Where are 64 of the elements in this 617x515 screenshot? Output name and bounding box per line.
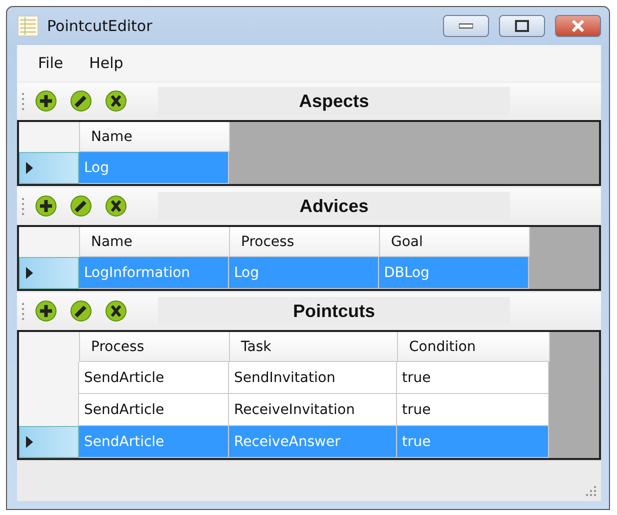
- table-cell: true: [397, 426, 549, 458]
- current-row-icon: [26, 162, 33, 174]
- column-header[interactable]: Condition: [398, 332, 550, 362]
- table-cell: LogInformation: [79, 257, 229, 289]
- table-cell: ReceiveInvitation: [229, 394, 397, 426]
- table-cell: true: [397, 362, 549, 394]
- column-header[interactable]: Process: [80, 332, 230, 362]
- plus-icon: [35, 300, 57, 322]
- current-row-icon: [26, 267, 33, 279]
- table-cell: SendArticle: [79, 426, 229, 458]
- grid-corner: [19, 122, 80, 152]
- current-row-icon: [26, 436, 33, 448]
- grip-icon: [21, 196, 25, 216]
- menu-item[interactable]: Help: [76, 54, 136, 72]
- table-cell: true: [397, 394, 549, 426]
- pencil-icon: [70, 90, 92, 112]
- table-cell: ReceiveAnswer: [229, 426, 397, 458]
- delete-button[interactable]: [105, 300, 127, 322]
- section-title: Advices: [158, 192, 510, 220]
- plus-icon: [35, 90, 57, 112]
- pencil-icon: [70, 300, 92, 322]
- x-icon: [105, 300, 127, 322]
- column-header[interactable]: Name: [80, 227, 230, 257]
- x-icon: [105, 195, 127, 217]
- delete-button[interactable]: [105, 195, 127, 217]
- table-cell: SendArticle: [79, 362, 229, 394]
- maximize-button[interactable]: [499, 15, 545, 37]
- edit-button[interactable]: [70, 300, 92, 322]
- pencil-icon: [70, 195, 92, 217]
- row-header[interactable]: [19, 257, 79, 289]
- grid-corner: [19, 332, 80, 362]
- column-header[interactable]: Task: [230, 332, 398, 362]
- maximize-icon: [515, 20, 529, 32]
- close-icon: [571, 20, 585, 32]
- x-icon: [105, 90, 127, 112]
- table-cell: Log: [229, 257, 379, 289]
- menu-item[interactable]: File: [25, 54, 76, 72]
- grid-corner: [19, 227, 80, 257]
- close-button[interactable]: [555, 15, 601, 37]
- row-header[interactable]: [19, 426, 79, 458]
- table-cell: SendArticle: [79, 394, 229, 426]
- table-cell: DBLog: [379, 257, 529, 289]
- section-title: Aspects: [158, 87, 510, 115]
- column-header[interactable]: Goal: [380, 227, 530, 257]
- add-button[interactable]: [35, 195, 57, 217]
- row-header[interactable]: [19, 152, 79, 184]
- resize-grip-icon: [585, 485, 597, 497]
- delete-button[interactable]: [105, 90, 127, 112]
- app-icon: [17, 15, 39, 37]
- grip-icon: [21, 301, 25, 321]
- section-title: Pointcuts: [158, 297, 510, 325]
- table-cell: SendInvitation: [229, 362, 397, 394]
- plus-icon: [35, 195, 57, 217]
- minimize-button[interactable]: [443, 15, 489, 37]
- column-header[interactable]: Process: [230, 227, 380, 257]
- add-button[interactable]: [35, 300, 57, 322]
- minimize-icon: [459, 23, 473, 29]
- add-button[interactable]: [35, 90, 57, 112]
- edit-button[interactable]: [70, 195, 92, 217]
- table-cell: Log: [79, 152, 229, 184]
- grip-icon: [21, 91, 25, 111]
- column-header[interactable]: Name: [80, 122, 230, 152]
- window-title: PointcutEditor: [47, 17, 154, 35]
- edit-button[interactable]: [70, 90, 92, 112]
